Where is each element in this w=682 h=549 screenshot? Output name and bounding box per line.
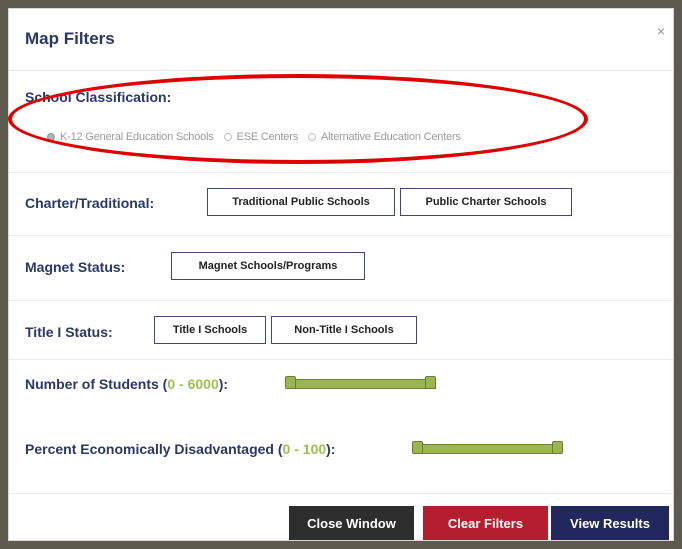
econ-slider-max-handle[interactable] — [552, 441, 563, 454]
school-classification-options: K-12 General Education Schools ESE Cente… — [47, 131, 471, 143]
radio-button-icon — [223, 133, 232, 141]
close-icon[interactable]: × — [657, 23, 665, 39]
students-slider-min-handle[interactable] — [285, 376, 296, 389]
econ-slider-range[interactable] — [418, 444, 562, 454]
radio-label: ESE Centers — [236, 131, 299, 143]
public-charter-schools-button[interactable]: Public Charter Schools — [400, 188, 572, 216]
students-slider-range[interactable] — [290, 379, 436, 389]
close-window-button[interactable]: Close Window — [289, 506, 414, 540]
clear-filters-button[interactable]: Clear Filters — [423, 506, 548, 540]
traditional-public-schools-button[interactable]: Traditional Public Schools — [207, 188, 395, 216]
radio-k12-general[interactable]: K-12 General Education Schools — [47, 131, 214, 143]
number-of-students-label: Number of Students (0 - 6000): — [25, 376, 229, 392]
footer-divider — [9, 493, 673, 494]
magnet-status-label: Magnet Status: — [25, 259, 126, 275]
magnet-schools-button[interactable]: Magnet Schools/Programs — [171, 252, 365, 280]
econ-range-high: 100 — [302, 441, 327, 457]
modal-header: Map Filters × — [9, 9, 673, 71]
radio-button-icon — [47, 133, 55, 141]
charter-traditional-label: Charter/Traditional: — [25, 195, 155, 211]
divider — [9, 359, 673, 360]
radio-button-icon — [308, 133, 316, 141]
title-i-schools-button[interactable]: Title I Schools — [154, 316, 266, 344]
radio-ese-centers[interactable]: ESE Centers — [223, 131, 299, 143]
divider — [9, 300, 673, 301]
students-slider-max-handle[interactable] — [425, 376, 436, 389]
students-range-high: 6000 — [187, 376, 219, 392]
divider — [9, 172, 673, 173]
view-results-button[interactable]: View Results — [551, 506, 669, 540]
radio-label: K-12 General Education Schools — [60, 131, 214, 143]
radio-label: Alternative Education Centers — [321, 131, 461, 143]
econ-disadvantaged-label: Percent Economically Disadvantaged (0 - … — [25, 441, 336, 457]
school-classification-label: School Classification: — [25, 89, 172, 105]
econ-slider-min-handle[interactable] — [412, 441, 423, 454]
non-title-i-schools-button[interactable]: Non-Title I Schools — [271, 316, 417, 344]
map-filters-modal: Map Filters × School Classification: K-1… — [8, 8, 674, 541]
students-range-low: 0 — [167, 376, 176, 392]
radio-alternative-education[interactable]: Alternative Education Centers — [308, 131, 461, 143]
modal-title: Map Filters — [25, 29, 115, 48]
title-i-status-label: Title I Status: — [25, 324, 113, 340]
divider — [9, 235, 673, 236]
